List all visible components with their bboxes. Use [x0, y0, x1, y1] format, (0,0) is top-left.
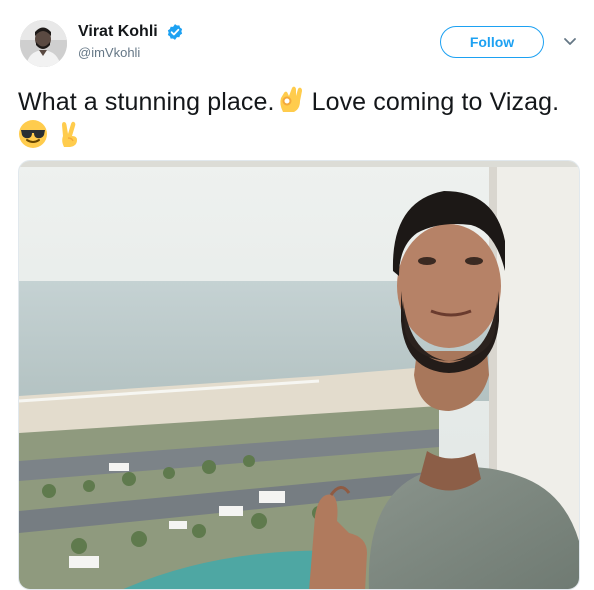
- tweet-photo[interactable]: [18, 160, 580, 590]
- user-names: Virat Kohli @imVkohli: [78, 22, 184, 60]
- victory-hand-emoji: [62, 121, 78, 147]
- sunglasses-emoji: [19, 120, 47, 148]
- user-handle[interactable]: @imVkohli: [78, 45, 184, 60]
- tweet-text-part-2: Love coming to Vizag.: [304, 88, 560, 116]
- follow-button[interactable]: Follow: [440, 26, 544, 58]
- display-name[interactable]: Virat Kohli: [78, 22, 158, 42]
- ok-hand-emoji: [279, 86, 302, 112]
- verified-badge-icon: [168, 24, 183, 40]
- tweet-text: What a stunning place. Love coming to Vi…: [18, 84, 574, 154]
- chevron-down-icon[interactable]: [563, 37, 577, 47]
- avatar[interactable]: [20, 20, 67, 67]
- tweet-text-part-1: What a stunning place.: [18, 88, 275, 116]
- tweet-header: Virat Kohli @imVkohli Follow: [0, 0, 594, 80]
